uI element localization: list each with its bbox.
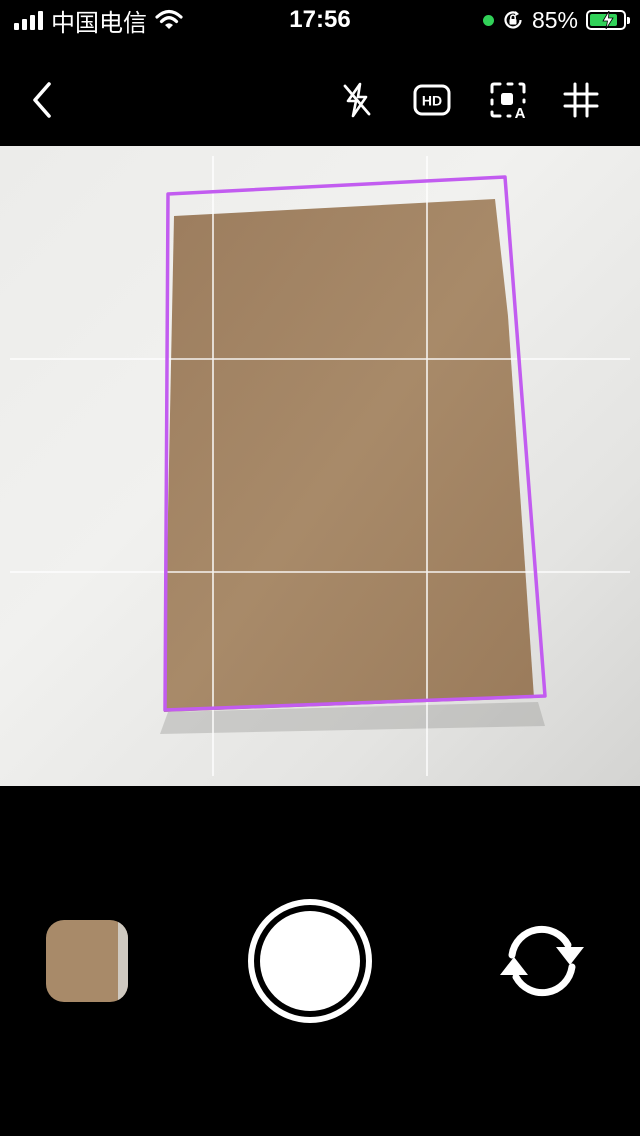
orientation-lock-icon (504, 11, 522, 29)
camera-viewfinder[interactable] (0, 146, 640, 786)
cardboard-document (164, 199, 534, 712)
flash-off-icon (343, 82, 371, 118)
switch-camera-icon (500, 925, 584, 997)
mic-indicator-dot (482, 14, 494, 26)
viewfinder-scene (10, 156, 630, 776)
charging-bolt-icon (602, 11, 614, 29)
switch-camera-button[interactable] (496, 920, 588, 1002)
signal-bars-icon (14, 10, 43, 30)
hd-label: HD (422, 93, 442, 109)
status-bar: 中国电信 17:56 85% (0, 0, 640, 40)
wifi-icon (155, 9, 183, 29)
carrier-name: 中国电信 (51, 9, 147, 37)
back-chevron-icon (33, 82, 51, 118)
battery-percent: 85% (531, 6, 578, 33)
battery-icon (586, 10, 630, 30)
auto-detect-label: A (515, 105, 526, 120)
grid-icon (563, 82, 599, 118)
flash-toggle-button[interactable] (327, 70, 387, 130)
hd-icon: HD (413, 84, 451, 116)
last-photo-thumbnail[interactable] (46, 920, 128, 1002)
shutter-inner-circle (260, 911, 360, 1011)
battery-level (590, 11, 618, 29)
status-left: 中国电信 (14, 3, 183, 38)
camera-toolbar: HD A (0, 70, 640, 132)
status-right: 85% (482, 6, 630, 34)
camera-bottom-controls (0, 786, 640, 1136)
auto-detect-icon: A (490, 82, 526, 120)
grid-toggle-button[interactable] (551, 70, 611, 130)
shutter-button[interactable] (248, 899, 372, 1023)
auto-detect-button[interactable]: A (478, 70, 538, 130)
back-button[interactable] (12, 70, 72, 130)
hd-toggle-button[interactable]: HD (402, 70, 462, 130)
